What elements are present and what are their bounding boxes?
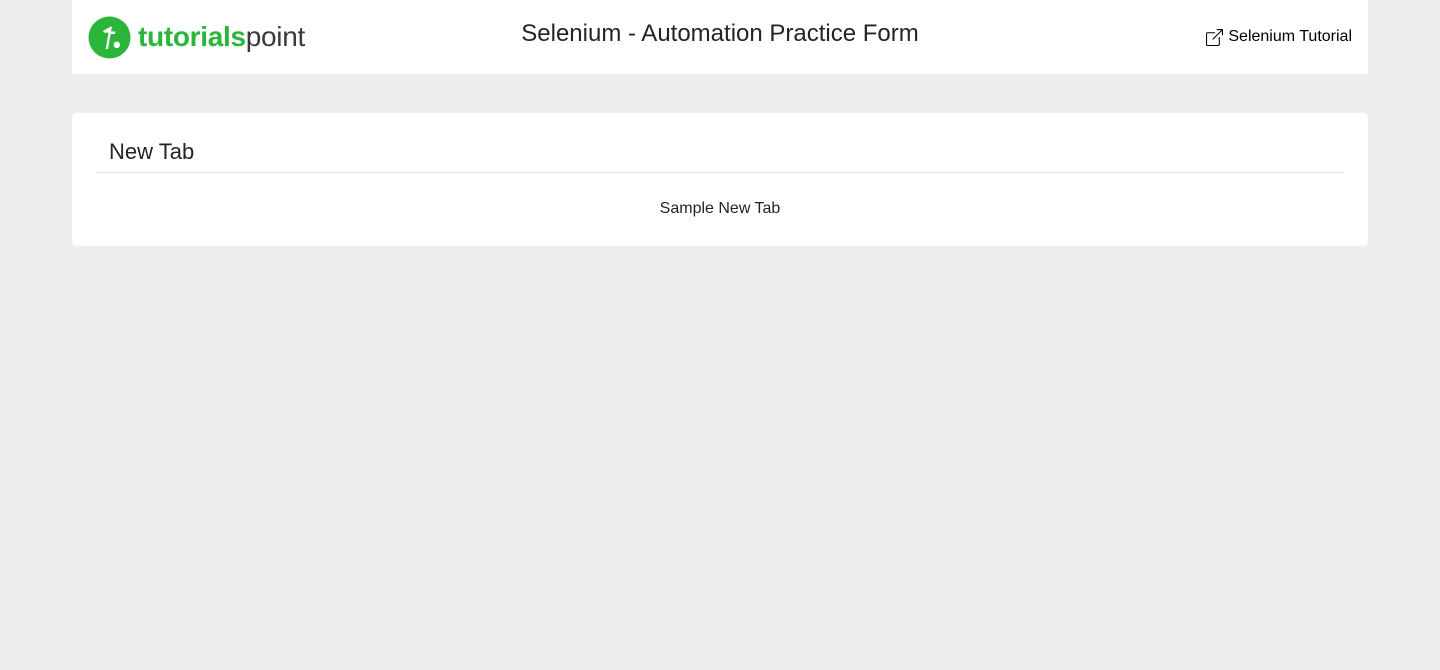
tutorialspoint-logo[interactable]: tutorialspoint	[88, 15, 305, 59]
tutorialspoint-logo-icon	[88, 15, 131, 59]
logo-text-bold: tutorials	[138, 21, 246, 52]
card-title: New Tab	[109, 139, 195, 164]
selenium-tutorial-link[interactable]: Selenium Tutorial	[1206, 26, 1352, 48]
card-divider	[96, 172, 1344, 173]
external-link-icon	[1206, 28, 1224, 46]
logo-wordmark: tutorialspoint	[138, 23, 305, 51]
selenium-tutorial-label: Selenium Tutorial	[1228, 28, 1352, 45]
site-header: tutorialspoint Selenium - Automation Pra…	[72, 0, 1368, 74]
logo-text-light: point	[245, 21, 306, 52]
new-tab-card: New Tab Sample New Tab	[72, 113, 1368, 246]
card-body-text: Sample New Tab	[659, 200, 781, 217]
